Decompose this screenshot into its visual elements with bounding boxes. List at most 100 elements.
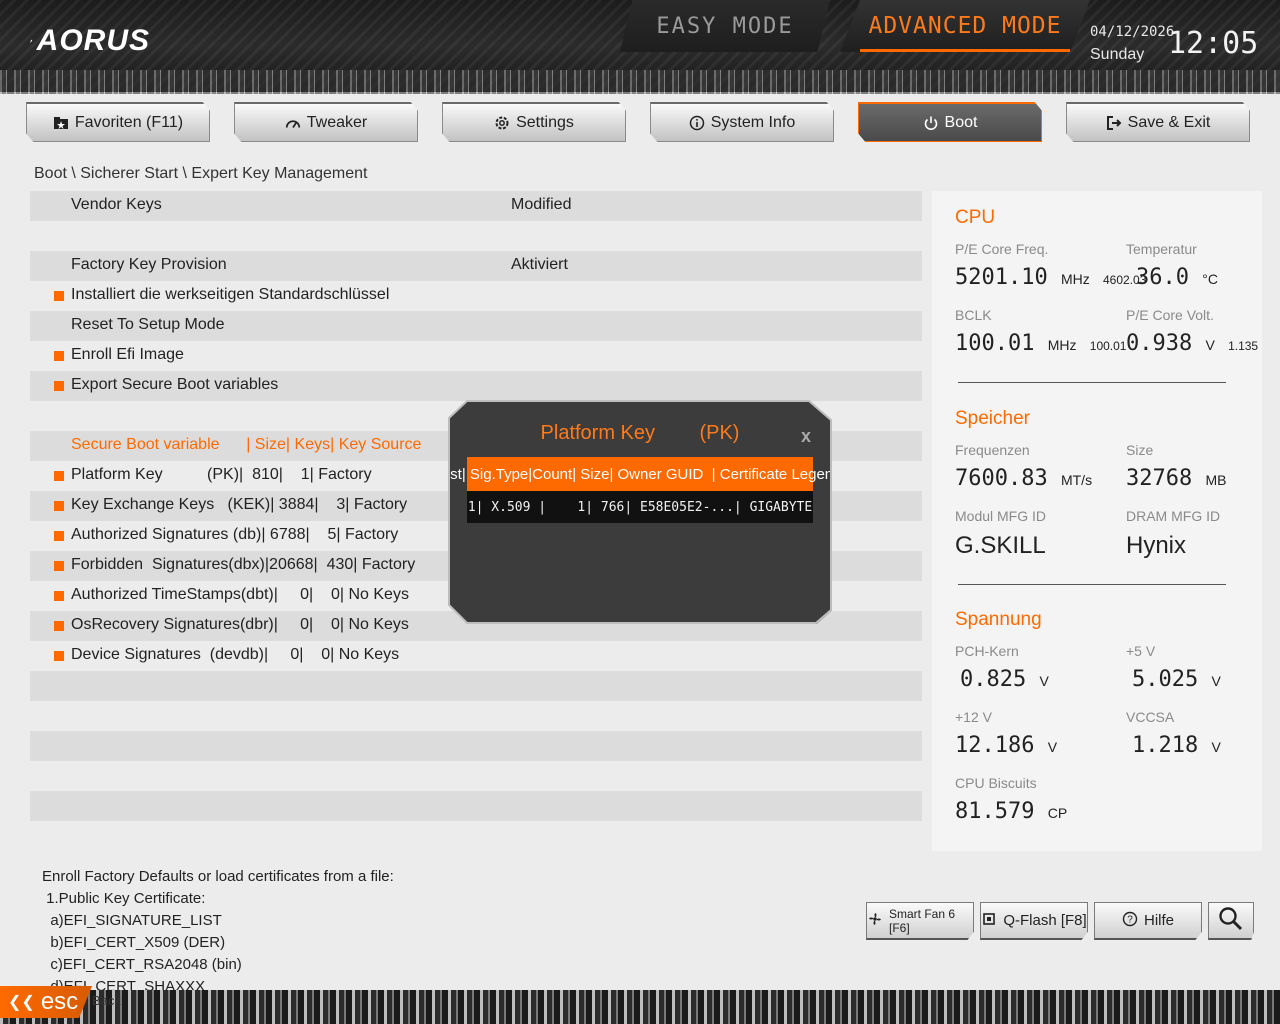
key-row-label: Platform Key (PK)| 810| 1| Factory: [71, 466, 372, 483]
easy-mode-button[interactable]: EASY MODE: [620, 0, 830, 52]
core-volt-label: P/E Core Volt.: [1126, 307, 1214, 323]
setting-label: Export Secure Boot variables: [71, 376, 279, 393]
close-icon[interactable]: x: [801, 426, 811, 447]
smart-fan-button[interactable]: Smart Fan 6 [F6]: [866, 902, 974, 940]
vccsa-unit: V: [1211, 739, 1221, 755]
cpu-biscuits-unit: CP: [1047, 805, 1068, 821]
cpu-temp-unit: °C: [1202, 271, 1218, 287]
cpu-freq-number: 5201.10: [955, 265, 1048, 290]
header-decoration: [0, 70, 1280, 94]
mem-freq-unit: MT/s: [1060, 472, 1093, 488]
section-divider: [958, 382, 1226, 383]
day-display: Sunday: [1090, 46, 1145, 63]
key-row-devdb[interactable]: Device Signatures (devdb)| 0| 0| No Keys: [30, 641, 922, 671]
desc-line: d)EFI_CERT_SHAXXX: [42, 978, 206, 990]
cpu-section-title: CPU: [955, 207, 996, 228]
speedometer-icon: [285, 115, 301, 131]
breadcrumb: Boot \ Sicherer Start \ Expert Key Manag…: [34, 165, 368, 182]
pch-value: 0.825 V: [960, 667, 1049, 692]
back-label: Back: [92, 993, 121, 1008]
esc-back-button[interactable]: ❮❮ esc: [0, 986, 92, 1018]
time-display: 12:05: [1168, 26, 1259, 61]
button-label: Q-Flash [F8]: [1003, 912, 1087, 929]
p12v-unit: V: [1047, 739, 1058, 755]
gear-icon: [494, 115, 510, 131]
mem-freq-value: 7600.83 MT/s: [955, 466, 1092, 491]
bclk-value: 100.01 MHz 100.01: [955, 331, 1126, 356]
bullet-icon: [54, 621, 64, 631]
p5v-number: 5.025: [1132, 667, 1199, 692]
list-spacer: [30, 791, 922, 821]
tab-save-exit[interactable]: Save & Exit: [1066, 102, 1250, 142]
mem-freq-number: 7600.83: [955, 466, 1048, 491]
q-flash-button[interactable]: Q-Flash [F8]: [980, 902, 1088, 940]
bullet-icon: [54, 381, 64, 391]
pch-unit: V: [1039, 673, 1049, 689]
tab-boot[interactable]: Boot: [858, 102, 1042, 142]
core-volt-sub: 1.135: [1228, 339, 1259, 353]
desc-line: c)EFI_CERT_RSA2048 (bin): [42, 956, 242, 973]
chip-icon: [981, 911, 997, 931]
bullet-icon: [54, 291, 64, 301]
setting-vendor-keys[interactable]: Vendor Keys Modified: [30, 191, 922, 221]
setting-enroll-efi-image[interactable]: Enroll Efi Image: [30, 341, 922, 371]
bullet-icon: [54, 471, 64, 481]
cpu-freq-value: 5201.10 MHz 4602.03: [955, 265, 1146, 290]
advanced-mode-button[interactable]: ADVANCED MODE: [840, 0, 1090, 52]
chevron-left-icon: ❮❮: [8, 994, 35, 1011]
help-description: Enroll Factory Defaults or load certific…: [42, 866, 562, 990]
setting-export-secure-boot-variables[interactable]: Export Secure Boot variables: [30, 371, 922, 401]
p5v-unit: V: [1211, 673, 1221, 689]
modul-mfg-value: G.SKILL: [955, 532, 1046, 559]
core-volt-unit: V: [1205, 337, 1215, 353]
power-icon: [923, 115, 939, 131]
cpu-temp-label: Temperatur: [1126, 241, 1197, 257]
dram-mfg-label: DRAM MFG ID: [1126, 508, 1221, 524]
desc-line: Enroll Factory Defaults or load certific…: [42, 868, 394, 885]
tab-tweaker[interactable]: Tweaker: [234, 102, 418, 142]
setting-label: Installiert die werkseitigen Standardsch…: [71, 286, 390, 303]
tab-label: Boot: [944, 113, 978, 131]
bclk-number: 100.01: [955, 331, 1035, 356]
cpu-biscuits-label: CPU Biscuits: [955, 775, 1037, 791]
setting-install-default-keys[interactable]: Installiert die werkseitigen Standardsch…: [30, 281, 922, 311]
bullet-icon: [54, 531, 64, 541]
setting-reset-setup-mode[interactable]: Reset To Setup Mode: [30, 311, 922, 341]
setting-value: Aktiviert: [511, 256, 568, 273]
bclk-sub: 100.01: [1089, 339, 1127, 353]
tab-favoriten[interactable]: Favoriten (F11): [26, 102, 210, 142]
tab-label: System Info: [710, 113, 796, 131]
bullet-icon: [54, 561, 64, 571]
tab-system-info[interactable]: System Info: [650, 102, 834, 142]
key-row-label: Authorized Signatures (db)| 6788| 5| Fac…: [71, 526, 399, 543]
tab-label: Save & Exit: [1127, 113, 1211, 131]
dialog-table-row[interactable]: 1| X.509 | 1| 766| E58E05E2-...| GIGABYT…: [467, 491, 813, 523]
pch-label: PCH-Kern: [955, 643, 1019, 659]
dialog-table-header: List| Sig.Type|Count| Size| Owner GUID |…: [448, 457, 832, 491]
setting-label: Vendor Keys: [71, 196, 162, 213]
tab-label: Settings: [516, 113, 574, 131]
date-display: 04/12/2026: [1090, 24, 1175, 40]
search-button[interactable]: [1208, 902, 1254, 940]
desc-line: a)EFI_SIGNATURE_LIST: [42, 912, 222, 929]
mem-size-unit: MB: [1205, 472, 1227, 488]
cpu-freq-label: P/E Core Freq.: [955, 241, 1049, 257]
desc-line: 1.Public Key Certificate:: [42, 890, 206, 907]
tab-settings[interactable]: Settings: [442, 102, 626, 142]
section-divider: [958, 584, 1226, 585]
modul-mfg-label: Modul MFG ID: [955, 508, 1047, 524]
cpu-temp-value: 36.0 °C: [1136, 265, 1218, 290]
bclk-unit: MHz: [1047, 337, 1077, 353]
key-row-label: Authorized TimeStamps(dbt)| 0| 0| No Key…: [71, 586, 409, 603]
cpu-biscuits-number: 81.579: [955, 799, 1035, 824]
setting-factory-key-provision[interactable]: Factory Key Provision Aktiviert: [30, 251, 922, 281]
platform-key-dialog: Platform Key (PK) x List| Sig.Type|Count…: [448, 400, 832, 624]
key-row-label: Device Signatures (devdb)| 0| 0| No Keys: [71, 646, 400, 663]
key-row-label: Key Exchange Keys (KEK)| 3884| 3| Factor…: [71, 496, 408, 513]
help-button[interactable]: ? Hilfe: [1094, 902, 1202, 940]
svg-text:?: ?: [1127, 914, 1133, 925]
esc-label: esc: [40, 988, 79, 1015]
